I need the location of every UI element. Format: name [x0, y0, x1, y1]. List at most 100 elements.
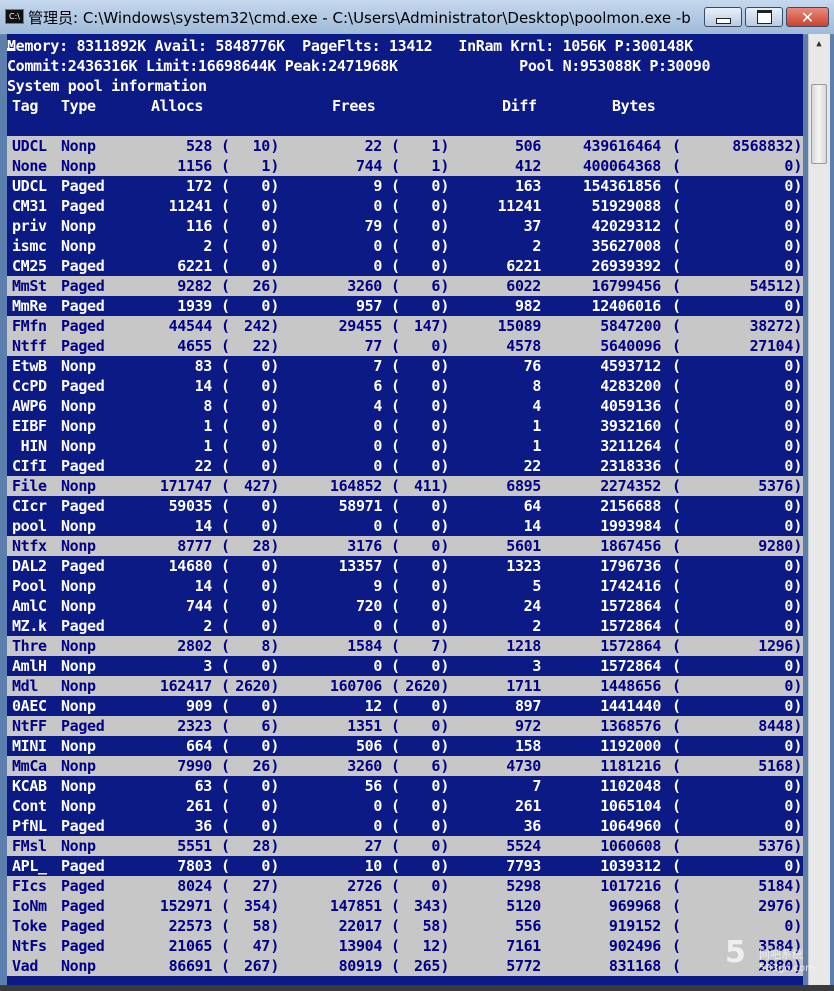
table-row[interactable]: Toke Paged 22573 (58) 22017 (58) 556 919152 (0)	[7, 916, 803, 936]
paren-open: (	[391, 357, 400, 375]
table-row[interactable]: NtFF Paged 2323 (6) 1351 (0) 972 1368576 (8448)	[7, 716, 803, 736]
bytes-value: 4059136	[600, 397, 661, 415]
frees-delta: 0	[431, 857, 440, 875]
table-row[interactable]: Ntff Paged 4655 (22) 77 (0) 4578 5640096 (27104)	[7, 336, 803, 356]
table-row[interactable]: KCAB Nonp 63 (0) 56 (0) 7 1102048 (0)	[7, 776, 803, 796]
paren-open: (	[221, 617, 230, 635]
column-header-frees[interactable]: Frees	[332, 96, 376, 116]
allocs-delta: 0	[261, 617, 270, 635]
table-row[interactable]: CIcr Paged 59035 (0) 58971 (0) 64 2156688 (0)	[7, 496, 803, 516]
table-row[interactable]: priv Nonp 116 (0) 79 (0) 37 42029312 (0)	[7, 216, 803, 236]
table-row[interactable]: Pool Nonp 14 (0) 9 (0) 5 1742416 (0)	[7, 576, 803, 596]
table-row[interactable]: EtwB Nonp 83 (0) 7 (0) 76 4593712 (0)	[7, 356, 803, 376]
table-row[interactable]: NtFs Paged 21065(47) 13904(12) 7161 902496(35…	[7, 936, 803, 956]
table-row[interactable]: UDCL Paged 172 (0) 9 (0) 163 154361856 (0)	[7, 176, 803, 196]
close-button[interactable]: ✕	[786, 7, 829, 27]
pool-type: Nonp	[61, 637, 96, 655]
bytes-delta: 0	[784, 357, 793, 375]
paren-close: )	[270, 617, 279, 635]
column-header-tag[interactable]: Tag	[12, 96, 38, 116]
table-row[interactable]: MmRe Paged 1939 (0) 957 (0) 982 12406016 (0)	[7, 296, 803, 316]
table-row[interactable]: FMsl Nonp 5551 (28) 27 (0) 5524 1060608 (5376)	[7, 836, 803, 856]
table-row[interactable]: CM25 Paged 6221(0) 0(0) 6221 26939392(0)	[7, 256, 803, 276]
paren-open: (	[672, 697, 681, 715]
scrollbar-thumb[interactable]	[811, 84, 827, 164]
cmd-app-icon[interactable]: C:\	[5, 9, 24, 24]
paren-open: (	[221, 817, 230, 835]
paren-open: (	[672, 837, 681, 855]
table-row[interactable]: PfNL Paged 36(0) 0(0) 36 1064960(0)	[7, 816, 803, 836]
table-row[interactable]: MmSt Paged 9282 (26) 3260 (6) 6022 16799456 (545…	[7, 276, 803, 296]
bytes-delta: 0	[784, 257, 793, 275]
table-row[interactable]: 0AEC Nonp 909 (0) 12 (0) 897 1441440 (0)	[7, 696, 803, 716]
minimize-button[interactable]	[704, 7, 742, 27]
frees-value: 27	[364, 837, 383, 855]
paren-close: )	[440, 417, 449, 435]
table-row[interactable]: File Nonp 171747 (427) 164852 (411) 6895 227435…	[7, 476, 803, 496]
paren-close: )	[440, 837, 449, 855]
diff-value: 7793	[506, 857, 541, 875]
title-bar[interactable]: C:\ 管理员: C:\Windows\system32\cmd.exe - C…	[0, 0, 834, 35]
vertical-scrollbar[interactable]: ▲	[808, 34, 830, 985]
table-row[interactable]: MmCa Nonp 7990 (26) 3260 (6) 4730 1181216 (5168)	[7, 756, 803, 776]
paren-open: (	[672, 377, 681, 395]
table-row[interactable]: EIBF Nonp 1(0) 0(0) 1 3932160(0)	[7, 416, 803, 436]
table-row[interactable]: MINI Nonp 664 (0) 506 (0) 158 1192000 (0)	[7, 736, 803, 756]
paren-close: )	[440, 477, 449, 495]
scroll-up-arrow-icon[interactable]: ▲	[811, 36, 827, 52]
table-row[interactable]: AmlH Nonp 3(0) 0(0) 3 1572864(0)	[7, 656, 803, 676]
table-row[interactable]: Mdl Nonp 162417 (2620) 160706 (2620) 1711 1448…	[7, 676, 803, 696]
paren-open: (	[391, 237, 400, 255]
diff-value: 4578	[506, 337, 541, 355]
table-row[interactable]: Cont Nonp 261(0) 0(0) 261 1065104(0)	[7, 796, 803, 816]
allocs-value: 21065	[168, 937, 213, 955]
table-row[interactable]: FMfn Paged 44544 (242) 29455 (147) 15089 584720…	[7, 316, 803, 336]
paren-close: )	[793, 217, 802, 235]
column-header-type[interactable]: Type	[61, 96, 96, 116]
table-row[interactable]: IoNm Paged 152971 (354) 147851 (343) 5120 96996…	[7, 896, 803, 916]
table-row[interactable]: Ntfx Nonp 8777 (28) 3176 (0) 5601 1867456 (9280)	[7, 536, 803, 556]
frees-delta: 2620	[405, 677, 440, 695]
paren-open: (	[221, 417, 230, 435]
pool-type: Nonp	[61, 417, 96, 435]
table-row[interactable]: Thre Nonp 2802 (8) 1584 (7) 1218 1572864 (1296)	[7, 636, 803, 656]
pool-tag: FMsl	[12, 837, 47, 855]
column-header-bytes[interactable]: Bytes	[612, 96, 656, 116]
pool-tag: ismc	[12, 237, 47, 255]
table-row[interactable]: CcPD Paged 14 (0) 6 (0) 8 4283200 (0)	[7, 376, 803, 396]
bytes-delta: 1296	[758, 637, 793, 655]
bytes-delta: 2976	[758, 897, 793, 915]
maximize-button[interactable]	[745, 7, 783, 27]
table-row[interactable]: Vad Nonp 86691(267) 80919(265) 5772 831168(2…	[7, 956, 803, 976]
diff-value: 8	[532, 377, 541, 395]
paren-close: )	[793, 617, 802, 635]
table-row[interactable]: MZ.k Paged 2(0) 0(0) 2 1572864(0)	[7, 616, 803, 636]
table-row[interactable]: HIN Nonp 1(0) 0(0) 1 3211264(0)	[7, 436, 803, 456]
table-row[interactable]: None Nonp 1156 (1) 744 (1) 412 400064368 (0)	[7, 156, 803, 176]
frees-delta: 411	[413, 477, 440, 495]
table-row[interactable]: AmlC Nonp 744 (0) 720 (0) 24 1572864 (0)	[7, 596, 803, 616]
column-header-allocs[interactable]: Allocs	[151, 96, 203, 116]
table-row[interactable]: APL_ Paged 7803 (0) 10 (0) 7793 1039312 (0)	[7, 856, 803, 876]
paren-close: )	[270, 337, 279, 355]
frees-value: 147851	[329, 897, 382, 915]
table-row[interactable]: AWP6 Nonp 8 (0) 4 (0) 4 4059136 (0)	[7, 396, 803, 416]
table-row[interactable]: CM31 Paged 11241(0) 0(0) 11241 51929088(0)	[7, 196, 803, 216]
paren-open: (	[221, 157, 230, 175]
paren-open: (	[391, 597, 400, 615]
console-output[interactable]: Memory: 8311892K Avail: 5848776K PageFlt…	[7, 34, 803, 985]
bytes-value: 154361856	[582, 177, 661, 195]
diff-value: 261	[514, 797, 541, 815]
paren-open: (	[391, 317, 400, 335]
allocs-delta: 0	[261, 777, 270, 795]
table-row[interactable]: ismc Nonp 2(0) 0(0) 2 35627008(0)	[7, 236, 803, 256]
column-header-diff[interactable]: Diff	[502, 96, 537, 116]
allocs-value: 8777	[177, 537, 212, 555]
pool-type: Nonp	[61, 477, 96, 495]
table-row[interactable]: DAL2 Paged 14680 (0) 13357 (0) 1323 1796736 (0)	[7, 556, 803, 576]
table-row[interactable]: FIcs Paged 8024 (27) 2726 (0) 5298 1017216 (5184…	[7, 876, 803, 896]
table-row[interactable]: pool Nonp 14(0) 0(0) 14 1993984(0)	[7, 516, 803, 536]
table-row[interactable]: CIfI Paged 22(0) 0(0) 22 2318336(0)	[7, 456, 803, 476]
frees-delta: 0	[431, 237, 440, 255]
table-row[interactable]: UDCL Nonp 528 (10) 22 (1) 506 439616464 (8568832…	[7, 136, 803, 156]
